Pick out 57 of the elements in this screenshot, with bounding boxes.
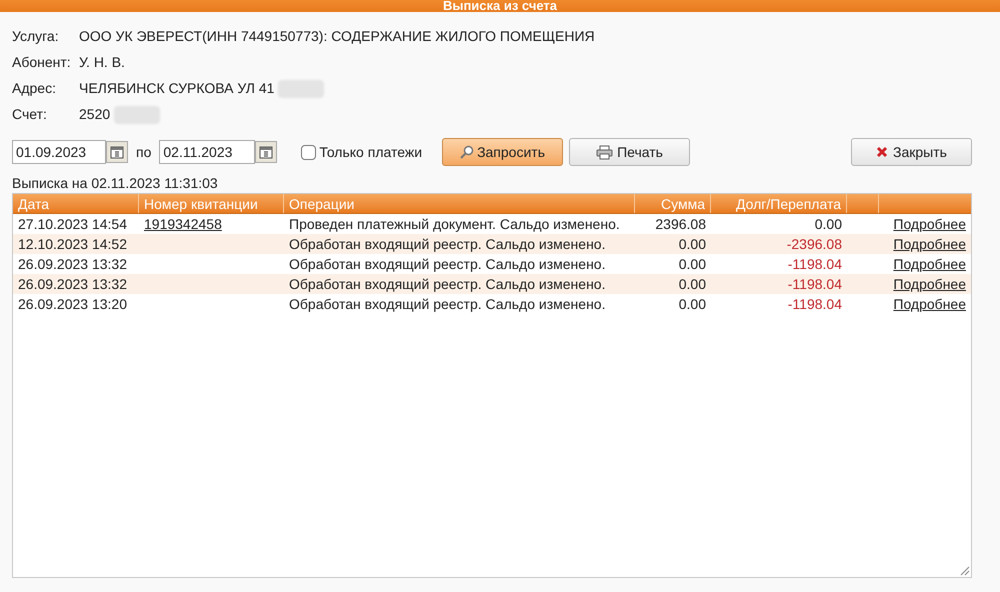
table-cell-text: 0.00 [678,295,707,314]
column-header: Дата [13,194,139,213]
field-value: 2520 [79,105,110,124]
table-cell-text: 27.10.2023 14:54 [17,215,128,234]
calendar-icon [110,145,124,159]
table-cell-text: 12.10.2023 14:52 [17,235,128,254]
table-cell-text: Обработан входящий реестр. Сальдо изменено. [288,255,606,274]
table-cell-text: 0.00 [678,255,707,274]
receipt-link[interactable]: 1919342458 [144,216,222,232]
table-cell-text: 26.09.2023 13:20 [17,295,128,314]
field-value: У. Н. В. [79,53,125,72]
table-cell-text: -1198.04 [786,255,843,274]
field-value: ЧЕЛЯБИНСК СУРКОВА УЛ 41 [79,79,274,98]
search-icon [460,145,474,159]
table-cell-text: 2396.08 [654,215,707,234]
date-from-field[interactable]: 01.09.2023 [12,140,106,164]
field-label: Адрес: [12,79,57,98]
table-cell-text: 0.00 [678,235,707,254]
table-cell-text: 26.09.2023 13:32 [17,255,128,274]
column-header: Операции [284,194,635,213]
table-cell-text: 0.00 [814,215,843,234]
calendar-button[interactable] [106,141,128,163]
field-value: ООО УК ЭВЕРЕСТ(ИНН 7449150773): СОДЕРЖАНИЕ ЖИЛОГО ПОМЕЩЕНИЯ [79,27,595,46]
table-cell-text: Проведен платежный документ. Сальдо изменено. [288,215,621,234]
table-cell-text: Обработан входящий реестр. Сальдо изменено. [288,275,606,294]
table-cell-text: 0.00 [678,275,707,294]
field-label: Счет: [12,105,48,124]
date-separator: по [136,142,152,162]
close-icon [876,146,888,158]
checkbox-label: Только платежи [319,142,422,162]
column-header: Долг/Переплата [711,194,847,213]
table-cell-text: -1198.04 [786,295,843,314]
field-label: Услуга: [12,27,60,46]
field-label: Абонент: [12,53,72,72]
details-link[interactable]: Подробнее [893,236,966,252]
details-link[interactable]: Подробнее [893,296,966,312]
print-button[interactable]: Печать [569,138,690,166]
resize-grip-icon [960,566,970,576]
table-cell-text: Обработан входящий реестр. Сальдо изменено. [288,235,606,254]
calendar-icon [259,145,274,159]
window-title: Выписка из счета [442,0,558,12]
details-link[interactable]: Подробнее [893,216,966,232]
table-cell-text: -1198.04 [786,275,843,294]
query-button[interactable]: Запросить [442,138,564,166]
calendar-button[interactable] [255,141,278,163]
details-link[interactable]: Подробнее [893,276,966,292]
table-cell-text: 26.09.2023 13:32 [17,275,128,294]
details-link[interactable]: Подробнее [893,256,966,272]
checkbox[interactable] [301,144,316,160]
table-cell-text: -2396.08 [786,235,843,254]
column-header: Номер квитанции [139,194,284,213]
date-to-field[interactable]: 02.11.2023 [159,140,256,164]
close-button[interactable]: Закрыть [851,138,972,166]
table-cell-text: Обработан входящий реестр. Сальдо изменено. [288,295,606,314]
printer-icon [596,144,614,160]
column-header: Сумма [635,194,711,213]
statement-caption: Выписка на 02.11.2023 11:31:03 [12,175,218,191]
